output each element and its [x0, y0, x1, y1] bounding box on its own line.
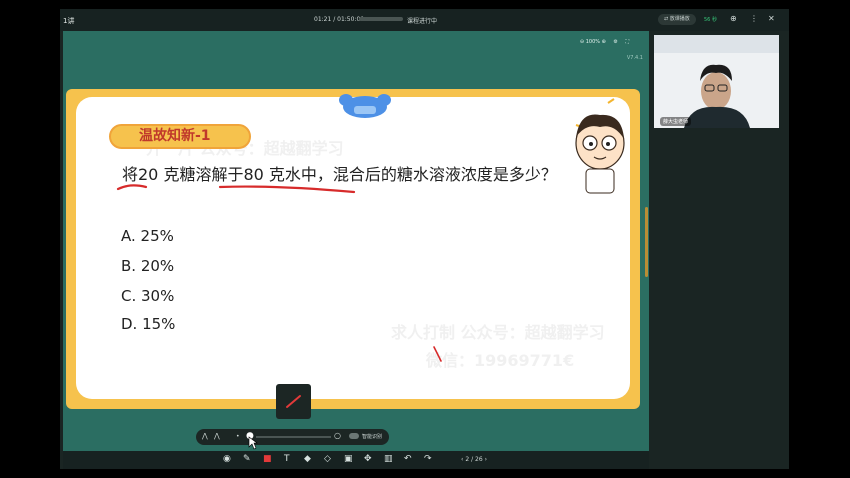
image-icon[interactable]: ▣ [344, 454, 353, 464]
section-badge: 温故知新-1 [109, 124, 251, 149]
teacher-avatar-icon [575, 98, 625, 194]
text-icon[interactable]: T [284, 454, 290, 464]
next-page-icon[interactable]: › [485, 456, 487, 463]
record-label: 放课播放 [669, 16, 690, 22]
courseware-area: ⊖ 100% ⊕ ⚙ ⛶ V7.4.1 开一片 公众号：超越翻学习 温故知新-1… [63, 31, 649, 451]
class-status: 课程进行中 [407, 18, 438, 25]
shape-icon[interactable]: ◆ [304, 454, 311, 464]
prev-page-icon[interactable]: ‹ [461, 456, 463, 463]
progress-bar[interactable] [359, 17, 403, 21]
redo-icon[interactable]: ↷ [424, 454, 432, 464]
version-label: V7.4.1 [626, 55, 643, 61]
size-small-icon[interactable]: • [236, 433, 240, 440]
more-icon[interactable]: ⋮ [750, 14, 758, 23]
teacher-name: 薛大虫老师 [660, 117, 692, 126]
marker-style-icon[interactable]: ⋀ [214, 432, 220, 440]
option-d: D. 15% [121, 315, 176, 333]
eraser-icon[interactable]: ◇ [324, 454, 331, 464]
cursor-icon [248, 436, 258, 450]
playback-time: 01:21 / 01:50:00 [314, 16, 365, 23]
zoom-controls: ⊖ 100% ⊕ ⚙ ⛶ [580, 39, 629, 45]
option-c: C. 30% [121, 287, 175, 305]
current-page[interactable]: 2 [465, 456, 469, 463]
watermark-line1: 求人打制 公众号：超越翻学习 [391, 323, 605, 342]
option-a: A. 25% [121, 227, 174, 245]
watermark-line2: 微信：19969771€ [426, 351, 575, 370]
signal-indicator: 56 秒 [704, 17, 717, 23]
zoom-icon[interactable]: ⊕ [730, 14, 737, 23]
color-icon[interactable]: ■ [263, 454, 272, 464]
badge-label: 温故知新-1 [139, 128, 211, 144]
move-icon[interactable]: ✥ [364, 454, 372, 464]
size-large-icon[interactable]: ○ [334, 431, 341, 440]
slide: 开一片 公众号：超越翻学习 温故知新-1 将20 克糖溶解于80 克水中，混合后… [66, 89, 640, 409]
settings-icon[interactable]: ⚙ [613, 39, 617, 45]
drawing-toolbar: ⋀ ⋀ • ● ○ 智能识别 [196, 429, 389, 445]
size-slider[interactable] [256, 436, 331, 438]
close-icon[interactable]: ✕ [768, 14, 775, 23]
teacher-video [654, 35, 779, 128]
fullscreen-icon[interactable]: ⛶ [625, 39, 629, 45]
webcam-feed: 薛大虫老师 [654, 35, 779, 128]
pen-icon [286, 395, 301, 408]
pager: ‹ 2 / 26 › [461, 456, 487, 463]
record-icon[interactable]: ◉ [223, 454, 231, 464]
top-bar: 1讲 01:21 / 01:50:00 课程进行中 ⇄ 放课播放 56 秒 ⊕ … [60, 9, 789, 31]
smart-label: 智能识别 [362, 434, 383, 440]
annotation-mark [433, 346, 442, 362]
record-button[interactable]: ⇄ 放课播放 [658, 14, 696, 25]
window-title: 1讲 [63, 17, 75, 25]
option-b: B. 20% [121, 257, 175, 275]
undo-icon[interactable]: ↶ [404, 454, 412, 464]
delete-icon[interactable]: ▥ [384, 454, 393, 464]
zoom-out-icon[interactable]: ⊖ [580, 39, 584, 45]
pen-tool-button[interactable] [276, 384, 311, 419]
smart-toggle[interactable] [349, 433, 359, 439]
zoom-level: 100% [585, 39, 601, 45]
total-pages: / 26 [471, 456, 483, 463]
scrollbar[interactable] [645, 207, 648, 277]
cloud-icon [339, 94, 391, 118]
slide-card: 开一片 公众号：超越翻学习 温故知新-1 将20 克糖溶解于80 克水中，混合后… [76, 94, 630, 399]
app-window: 1讲 01:21 / 01:50:00 课程进行中 ⇄ 放课播放 56 秒 ⊕ … [60, 9, 789, 469]
annotation-underline [116, 184, 356, 194]
zoom-in-icon[interactable]: ⊕ [602, 39, 606, 45]
bottom-toolbar: ◉ ✎ ■ T ◆ ◇ ▣ ✥ ▥ ↶ ↷ ‹ 2 / 26 › [63, 451, 649, 469]
pen-style-icon[interactable]: ⋀ [202, 432, 208, 440]
pen-icon-bottom[interactable]: ✎ [243, 454, 251, 464]
